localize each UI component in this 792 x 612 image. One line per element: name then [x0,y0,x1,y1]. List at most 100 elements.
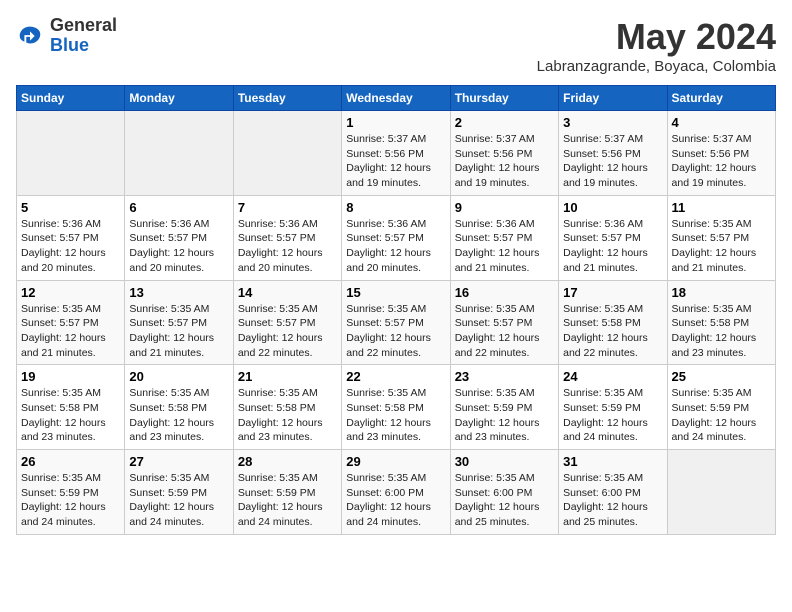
calendar-day-cell [667,450,775,535]
day-number: 20 [129,369,228,384]
calendar-day-cell: 5 Sunrise: 5:36 AM Sunset: 5:57 PM Daylig… [17,195,125,280]
logo-blue-text: Blue [50,36,117,56]
day-number: 5 [21,200,120,215]
day-info: Sunrise: 5:37 AM Sunset: 5:56 PM Dayligh… [672,132,771,191]
calendar-day-cell: 27 Sunrise: 5:35 AM Sunset: 5:59 PM Dayli… [125,450,233,535]
day-number: 22 [346,369,445,384]
day-info: Sunrise: 5:35 AM Sunset: 5:58 PM Dayligh… [238,386,337,445]
calendar-day-cell: 17 Sunrise: 5:35 AM Sunset: 5:58 PM Dayli… [559,280,667,365]
calendar-day-cell: 3 Sunrise: 5:37 AM Sunset: 5:56 PM Daylig… [559,111,667,196]
day-info: Sunrise: 5:35 AM Sunset: 5:57 PM Dayligh… [672,217,771,276]
day-number: 27 [129,454,228,469]
day-number: 17 [563,285,662,300]
day-info: Sunrise: 5:35 AM Sunset: 5:59 PM Dayligh… [238,471,337,530]
calendar-day-cell: 29Sunrise: 5:35 AM Sunset: 6:00 PM Dayli… [342,450,450,535]
day-info: Sunrise: 5:36 AM Sunset: 5:57 PM Dayligh… [346,217,445,276]
day-info: Sunrise: 5:35 AM Sunset: 5:58 PM Dayligh… [563,302,662,361]
calendar-day-cell: 20 Sunrise: 5:35 AM Sunset: 5:58 PM Dayli… [125,365,233,450]
day-info: Sunrise: 5:35 AM Sunset: 5:57 PM Dayligh… [129,302,228,361]
page-header: General Blue May 2024 Labranzagrande, Bo… [16,16,776,75]
calendar-day-header: Friday [559,86,667,111]
day-info: Sunrise: 5:35 AM Sunset: 5:58 PM Dayligh… [346,386,445,445]
day-info: Sunrise: 5:35 AM Sunset: 5:57 PM Dayligh… [21,302,120,361]
day-number: 8 [346,200,445,215]
day-number: 11 [672,200,771,215]
day-number: 13 [129,285,228,300]
calendar-day-cell: 19 Sunrise: 5:35 AM Sunset: 5:58 PM Dayli… [17,365,125,450]
calendar-header-row: SundayMondayTuesdayWednesdayThursdayFrid… [17,86,776,111]
calendar-day-cell: 26Sunrise: 5:35 AM Sunset: 5:59 PM Dayli… [17,450,125,535]
day-info: Sunrise: 5:35 AM Sunset: 5:59 PM Dayligh… [563,386,662,445]
day-number: 10 [563,200,662,215]
day-info: Sunrise: 5:35 AM Sunset: 5:58 PM Dayligh… [21,386,120,445]
day-info: Sunrise: 5:35 AM Sunset: 5:59 PM Dayligh… [455,386,554,445]
calendar-week-row: 1 Sunrise: 5:37 AM Sunset: 5:56 PM Daylig… [17,111,776,196]
day-info: Sunrise: 5:37 AM Sunset: 5:56 PM Dayligh… [563,132,662,191]
day-number: 3 [563,115,662,130]
day-info: Sunrise: 5:35 AM Sunset: 5:59 PM Dayligh… [21,471,120,530]
logo: General Blue [16,16,117,56]
day-number: 29 [346,454,445,469]
title-block: May 2024 Labranzagrande, Boyaca, Colombi… [537,16,776,75]
calendar-day-cell: 31 Sunrise: 5:35 AM Sunset: 6:00 PM Dayli… [559,450,667,535]
day-info: Sunrise: 5:35 AM Sunset: 6:00 PM Dayligh… [563,471,662,530]
calendar-week-row: 19 Sunrise: 5:35 AM Sunset: 5:58 PM Dayli… [17,365,776,450]
calendar-day-cell: 7 Sunrise: 5:36 AM Sunset: 5:57 PM Daylig… [233,195,341,280]
calendar-day-cell: 1 Sunrise: 5:37 AM Sunset: 5:56 PM Daylig… [342,111,450,196]
calendar-day-cell: 22 Sunrise: 5:35 AM Sunset: 5:58 PM Dayli… [342,365,450,450]
day-number: 23 [455,369,554,384]
calendar-day-cell: 21Sunrise: 5:35 AM Sunset: 5:58 PM Dayli… [233,365,341,450]
logo-general-text: General [50,16,117,36]
day-info: Sunrise: 5:37 AM Sunset: 5:56 PM Dayligh… [455,132,554,191]
calendar-day-header: Wednesday [342,86,450,111]
day-number: 2 [455,115,554,130]
day-info: Sunrise: 5:36 AM Sunset: 5:57 PM Dayligh… [238,217,337,276]
day-info: Sunrise: 5:36 AM Sunset: 5:57 PM Dayligh… [129,217,228,276]
calendar-day-header: Monday [125,86,233,111]
day-number: 28 [238,454,337,469]
calendar-day-header: Saturday [667,86,775,111]
calendar-day-cell: 9 Sunrise: 5:36 AM Sunset: 5:57 PM Daylig… [450,195,558,280]
calendar-day-cell: 16 Sunrise: 5:35 AM Sunset: 5:57 PM Dayli… [450,280,558,365]
day-info: Sunrise: 5:37 AM Sunset: 5:56 PM Dayligh… [346,132,445,191]
calendar-day-cell: 28 Sunrise: 5:35 AM Sunset: 5:59 PM Dayli… [233,450,341,535]
calendar-day-cell: 4 Sunrise: 5:37 AM Sunset: 5:56 PM Daylig… [667,111,775,196]
day-number: 18 [672,285,771,300]
day-number: 31 [563,454,662,469]
day-number: 19 [21,369,120,384]
calendar-day-cell: 24 Sunrise: 5:35 AM Sunset: 5:59 PM Dayli… [559,365,667,450]
day-info: Sunrise: 5:35 AM Sunset: 5:59 PM Dayligh… [129,471,228,530]
day-info: Sunrise: 5:36 AM Sunset: 5:57 PM Dayligh… [21,217,120,276]
day-number: 24 [563,369,662,384]
day-number: 14 [238,285,337,300]
day-number: 12 [21,285,120,300]
day-info: Sunrise: 5:36 AM Sunset: 5:57 PM Dayligh… [563,217,662,276]
calendar-week-row: 12 Sunrise: 5:35 AM Sunset: 5:57 PM Dayli… [17,280,776,365]
day-number: 16 [455,285,554,300]
calendar-day-cell: 23 Sunrise: 5:35 AM Sunset: 5:59 PM Dayli… [450,365,558,450]
day-info: Sunrise: 5:35 AM Sunset: 5:57 PM Dayligh… [346,302,445,361]
location: Labranzagrande, Boyaca, Colombia [537,58,776,75]
calendar-day-cell: 8 Sunrise: 5:36 AM Sunset: 5:57 PM Daylig… [342,195,450,280]
day-info: Sunrise: 5:35 AM Sunset: 5:57 PM Dayligh… [455,302,554,361]
day-info: Sunrise: 5:35 AM Sunset: 6:00 PM Dayligh… [455,471,554,530]
month-title: May 2024 [537,16,776,58]
day-info: Sunrise: 5:36 AM Sunset: 5:57 PM Dayligh… [455,217,554,276]
calendar-week-row: 5 Sunrise: 5:36 AM Sunset: 5:57 PM Daylig… [17,195,776,280]
logo-icon [16,22,44,50]
day-number: 9 [455,200,554,215]
day-number: 1 [346,115,445,130]
calendar-day-cell: 18Sunrise: 5:35 AM Sunset: 5:58 PM Dayli… [667,280,775,365]
calendar-day-cell [17,111,125,196]
calendar-day-cell [125,111,233,196]
day-number: 7 [238,200,337,215]
day-info: Sunrise: 5:35 AM Sunset: 5:59 PM Dayligh… [672,386,771,445]
day-info: Sunrise: 5:35 AM Sunset: 5:57 PM Dayligh… [238,302,337,361]
day-number: 6 [129,200,228,215]
calendar-day-cell: 25Sunrise: 5:35 AM Sunset: 5:59 PM Dayli… [667,365,775,450]
calendar-day-cell: 10 Sunrise: 5:36 AM Sunset: 5:57 PM Dayli… [559,195,667,280]
calendar-day-header: Sunday [17,86,125,111]
calendar-day-cell: 11 Sunrise: 5:35 AM Sunset: 5:57 PM Dayli… [667,195,775,280]
day-number: 4 [672,115,771,130]
day-info: Sunrise: 5:35 AM Sunset: 5:58 PM Dayligh… [129,386,228,445]
